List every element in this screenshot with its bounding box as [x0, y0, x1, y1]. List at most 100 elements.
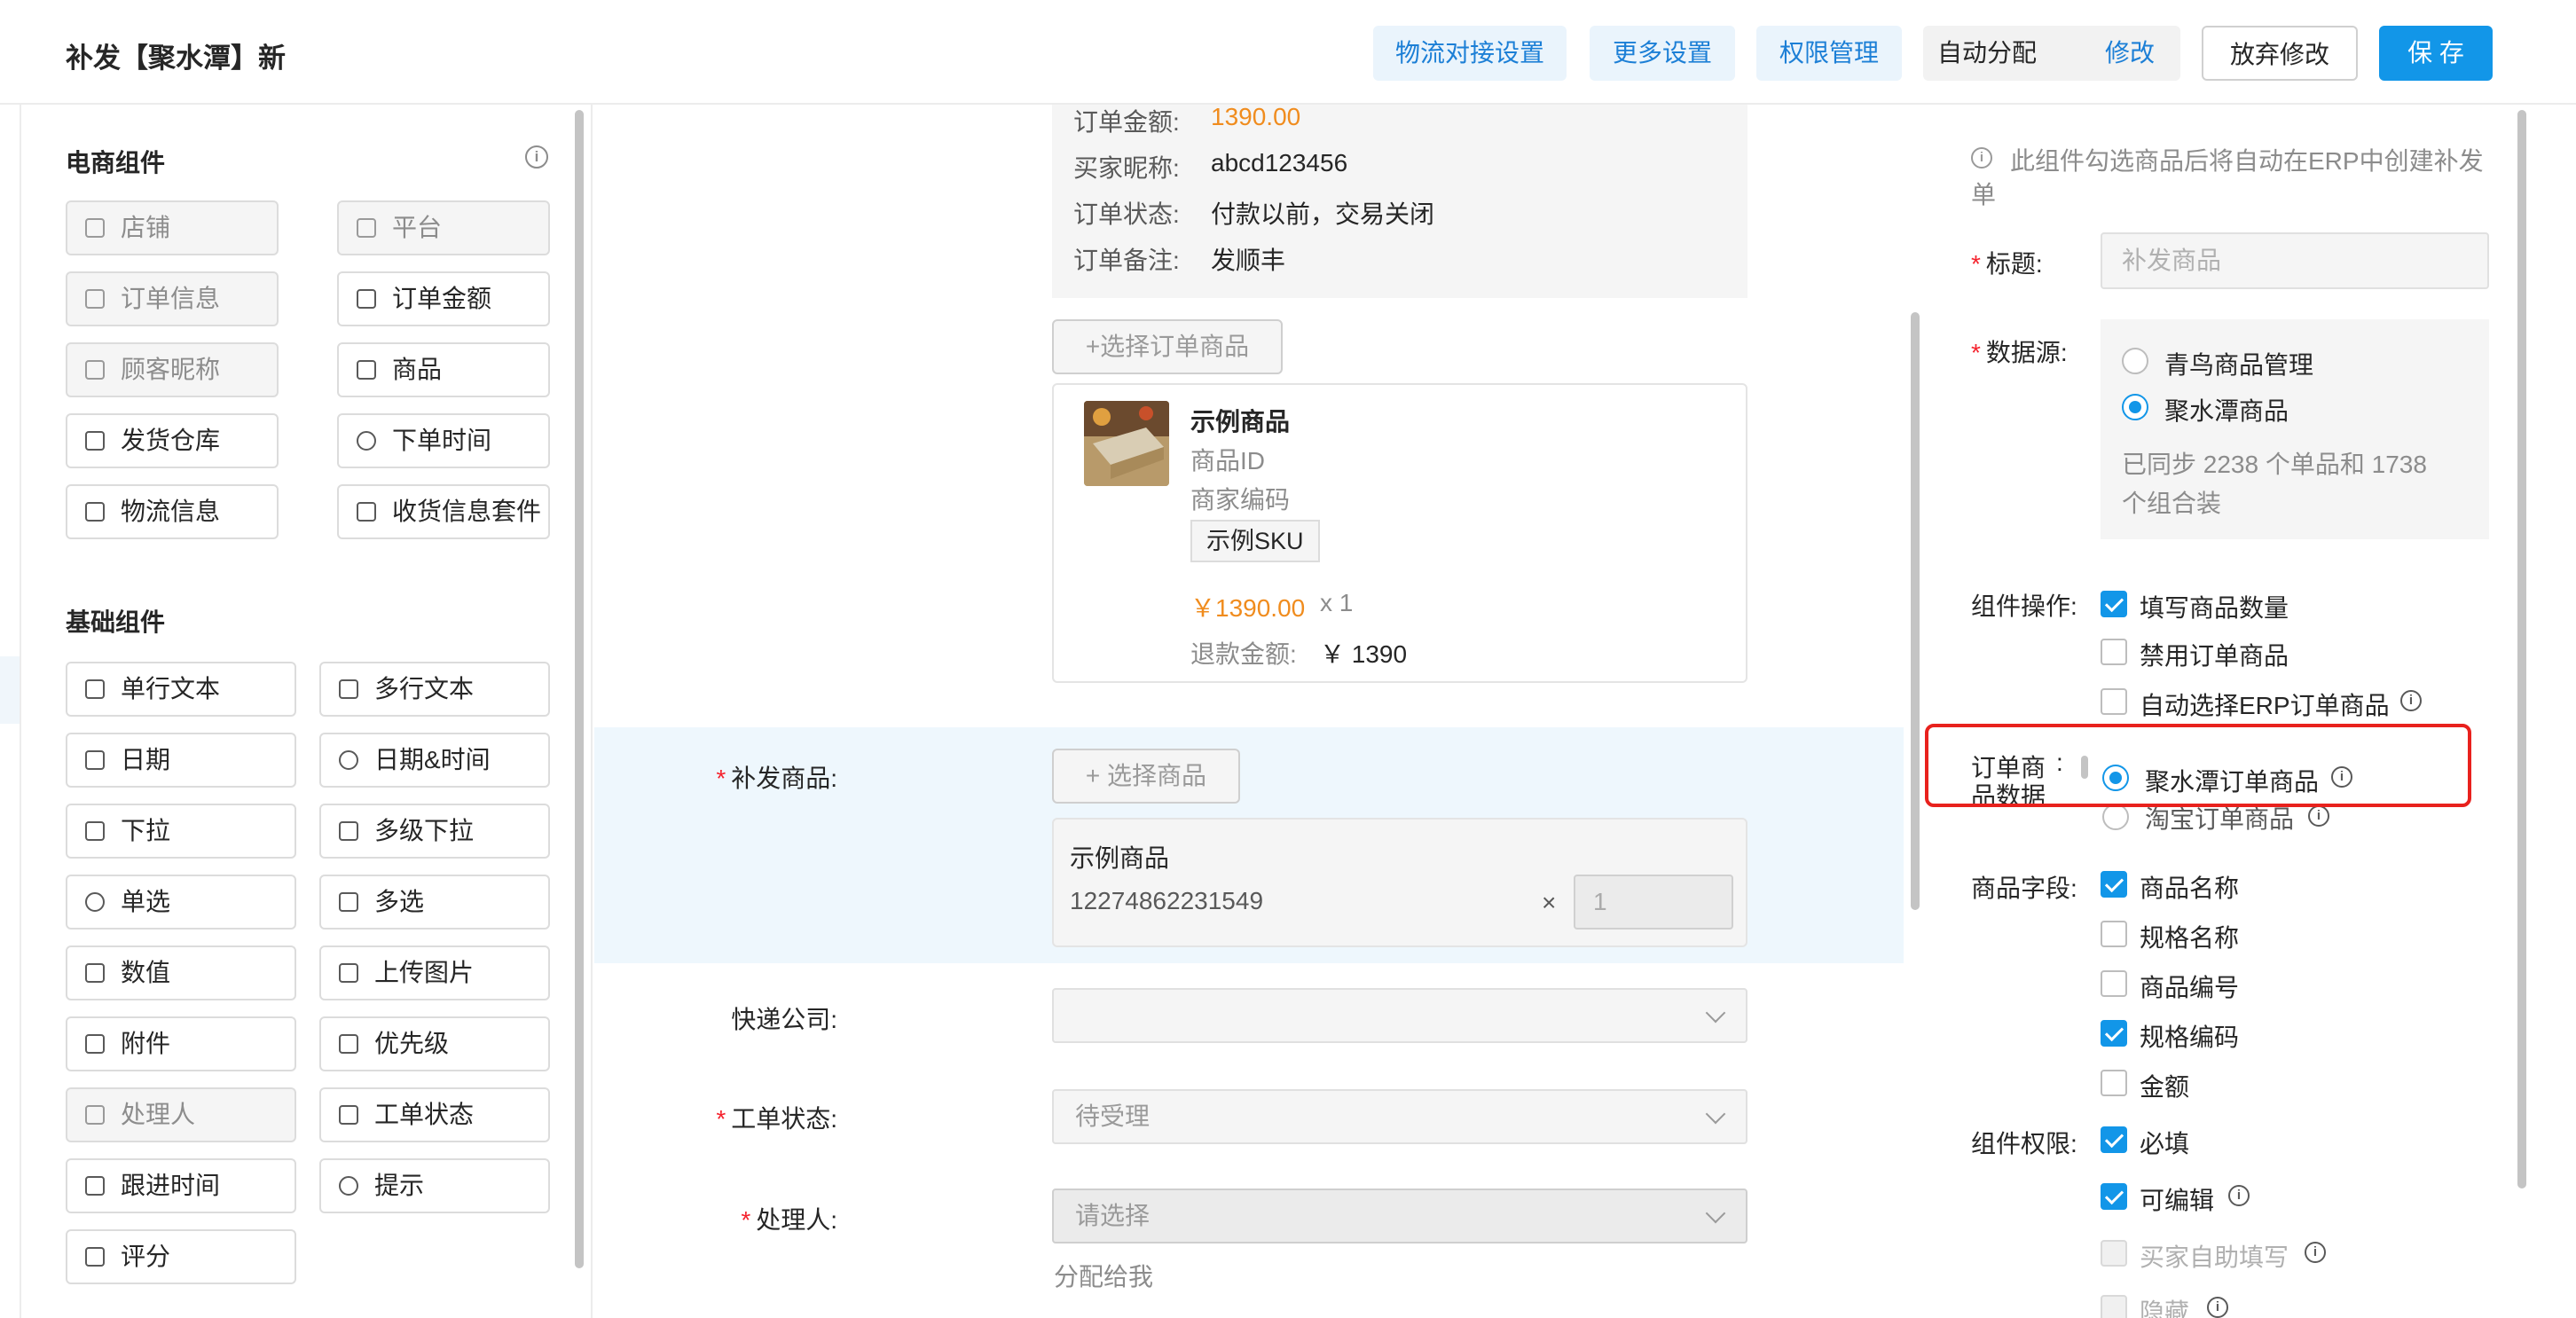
supplement-product-name: 示例商品 — [1070, 844, 1170, 872]
handler-icon — [85, 1105, 105, 1125]
op-checkbox-auto-erp[interactable] — [2101, 688, 2127, 715]
perm-checkbox-hidden[interactable] — [2101, 1295, 2127, 1318]
order-amount-row: 订单金额: 1390.00 — [1073, 103, 1301, 136]
product-qty: x 1 — [1320, 589, 1354, 616]
middle-scrollbar[interactable] — [1911, 312, 1920, 910]
component-single-text[interactable]: 单行文本 — [66, 662, 296, 717]
save-button[interactable]: 保 存 — [2379, 26, 2493, 81]
component-tip[interactable]: 提示 — [319, 1158, 550, 1213]
component-platform[interactable]: 平台 — [337, 200, 550, 255]
clock-icon — [339, 750, 358, 770]
info-icon[interactable]: i — [2400, 690, 2422, 711]
component-warehouse[interactable]: 发货仓库 — [66, 413, 279, 468]
paperclip-icon — [85, 1034, 105, 1054]
component-number[interactable]: 数值 — [66, 945, 296, 1000]
logistics-settings-button[interactable]: 物流对接设置 — [1373, 26, 1567, 81]
field-checkbox-name[interactable] — [2101, 871, 2127, 898]
order-data-radio-taobao[interactable] — [2102, 804, 2129, 830]
perm-checkbox-editable[interactable] — [2101, 1183, 2127, 1210]
component-customer-nick[interactable]: 顾客昵称 — [66, 342, 279, 397]
component-store[interactable]: 店铺 — [66, 200, 279, 255]
abandon-button[interactable]: 放弃修改 — [2202, 26, 2358, 81]
field-checkbox-product-no[interactable] — [2101, 970, 2127, 997]
component-product[interactable]: 商品 — [337, 342, 550, 397]
merchant-code-label: 商家编码 — [1190, 486, 1291, 514]
calendar-icon — [85, 750, 105, 770]
field-checkbox-spec-code[interactable] — [2101, 1020, 2127, 1047]
perm-checkbox-required[interactable] — [2101, 1126, 2127, 1153]
field-checkbox-amount[interactable] — [2101, 1070, 2127, 1096]
permission-button[interactable]: 权限管理 — [1756, 26, 1902, 81]
page-title: 补发【聚水潭】新 — [66, 43, 286, 74]
component-cascade-dropdown[interactable]: 多级下拉 — [319, 804, 550, 859]
component-rating[interactable]: 评分 — [66, 1229, 296, 1284]
component-receiver-kit[interactable]: 收货信息套件 — [337, 484, 550, 539]
supplement-product-box: 示例商品 12274862231549 × 1 — [1052, 818, 1747, 947]
op-checkbox-disable-order[interactable] — [2101, 639, 2127, 665]
select-product-button[interactable]: + 选择商品 — [1052, 749, 1240, 804]
source-radio-jushuitan[interactable] — [2122, 394, 2148, 420]
component-priority[interactable]: 优先级 — [319, 1016, 550, 1071]
order-product-card: 示例商品 商品ID 商家编码 示例SKU ￥1390.00 x 1 退款金额: … — [1052, 383, 1747, 683]
basic-section-title: 基础组件 — [66, 608, 166, 636]
source-option-jushuitan[interactable]: 聚水潭商品 — [2164, 392, 2289, 428]
info-icon: i — [1971, 147, 1992, 169]
component-ticket-status[interactable]: 工单状态 — [319, 1087, 550, 1142]
handler-select[interactable]: 请选择 — [1052, 1189, 1747, 1243]
info-icon[interactable]: i — [2308, 805, 2329, 827]
op-label-fill-qty: 填写商品数量 — [2140, 594, 2289, 622]
radio-icon — [85, 892, 105, 912]
right-scrollbar[interactable] — [2517, 110, 2526, 1189]
info-icon[interactable]: i — [2305, 1242, 2326, 1263]
source-radio-qingniao[interactable] — [2122, 348, 2148, 374]
number-icon — [85, 963, 105, 983]
component-attachment[interactable]: 附件 — [66, 1016, 296, 1071]
component-date[interactable]: 日期 — [66, 733, 296, 788]
op-label-auto-erp: 自动选择ERP订单商品 — [2140, 692, 2390, 719]
times-sign: × — [1542, 889, 1557, 916]
component-order-amount[interactable]: 订单金额 — [337, 271, 550, 326]
component-radio[interactable]: 单选 — [66, 875, 296, 930]
product-thumbnail — [1084, 401, 1169, 486]
yen-icon — [357, 289, 376, 309]
component-order-time[interactable]: 下单时间 — [337, 413, 550, 468]
component-multi-text[interactable]: 多行文本 — [319, 662, 550, 717]
component-perm-label: 组件权限: — [1971, 1130, 2077, 1157]
perm-checkbox-buyer-fill[interactable] — [2101, 1240, 2127, 1267]
left-scrollbar[interactable] — [575, 110, 584, 1268]
buyer-nick-value: abcd123456 — [1211, 149, 1348, 177]
component-upload-image[interactable]: 上传图片 — [319, 945, 550, 1000]
component-handler[interactable]: 处理人 — [66, 1087, 296, 1142]
source-option-qingniao[interactable]: 青鸟商品管理 — [2164, 346, 2313, 381]
order-icon — [85, 289, 105, 309]
receipt-icon — [357, 502, 376, 522]
more-settings-button[interactable]: 更多设置 — [1590, 26, 1735, 81]
op-checkbox-fill-qty[interactable] — [2101, 591, 2127, 617]
field-label-amount: 金额 — [2140, 1073, 2190, 1101]
title-input[interactable]: 补发商品 — [2101, 232, 2489, 289]
auto-assign-modify-button[interactable]: 修改 — [2090, 26, 2170, 81]
component-followup-time[interactable]: 跟进时间 — [66, 1158, 296, 1213]
component-checkbox[interactable]: 多选 — [319, 875, 550, 930]
supplement-qty-input[interactable]: 1 — [1574, 875, 1733, 930]
grid-icon — [357, 218, 376, 238]
component-logistics[interactable]: 物流信息 — [66, 484, 279, 539]
component-datetime[interactable]: 日期&时间 — [319, 733, 550, 788]
ticket-status-label: * 工单状态: — [716, 1105, 837, 1133]
info-icon — [339, 1176, 358, 1196]
alert-icon — [339, 1034, 358, 1054]
order-status-value: 付款以前，交易关闭 — [1211, 200, 1435, 228]
select-order-product-button[interactable]: +选择订单商品 — [1052, 319, 1283, 374]
component-order-info[interactable]: 订单信息 — [66, 271, 279, 326]
perm-label-required: 必填 — [2140, 1130, 2190, 1157]
assign-to-me-link[interactable]: 分配给我 — [1054, 1258, 1153, 1293]
order-status-row: 订单状态: 付款以前，交易关闭 — [1073, 195, 1434, 231]
info-icon[interactable]: i — [2207, 1297, 2228, 1318]
express-select[interactable] — [1052, 988, 1747, 1043]
info-icon[interactable]: i — [2228, 1185, 2250, 1206]
perm-label-buyer-fill: 买家自助填写 — [2140, 1243, 2289, 1271]
ticket-status-select[interactable]: 待受理 — [1052, 1089, 1747, 1144]
component-dropdown[interactable]: 下拉 — [66, 804, 296, 859]
field-checkbox-spec-name[interactable] — [2101, 921, 2127, 947]
info-icon[interactable]: i — [525, 145, 548, 169]
